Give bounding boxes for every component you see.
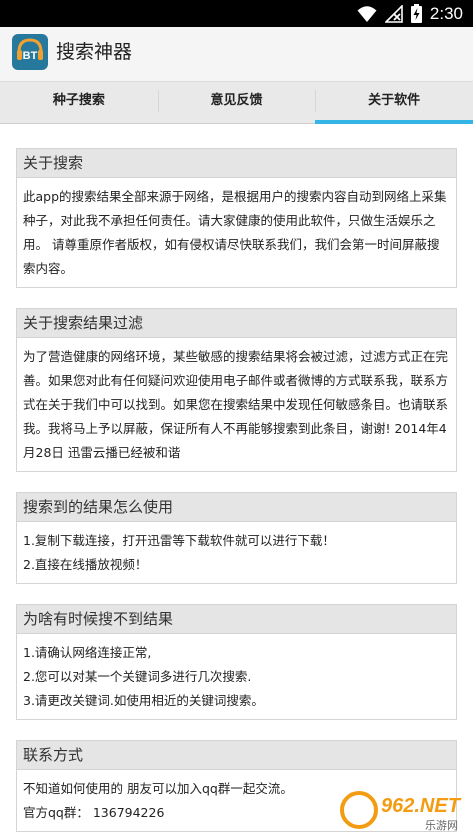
watermark-sub: 乐游网 [425,819,458,832]
status-time: 2:30 [429,4,463,23]
app-title: 搜索神器 [56,41,133,63]
section-body: 此app的搜索结果全部来源于网络，是根据用户的搜索内容自动到网络上采集种子，对此… [17,178,456,287]
section-result-filter: 关于搜索结果过滤 为了营造健康的网络环境，某些敏感的搜索结果将会被过滤，过滤方式… [16,308,457,472]
wifi-icon [357,5,377,22]
app-bar: BT 搜索神器 [0,27,473,82]
section-body: 为了营造健康的网络环境，某些敏感的搜索结果将会被过滤，过滤方式正在完善。如果您对… [17,338,456,471]
section-title: 关于搜索结果过滤 [17,309,456,338]
about-content: 关于搜索 此app的搜索结果全部来源于网络，是根据用户的搜索内容自动到网络上采集… [16,148,457,840]
tab-bar: 种子搜索 意见反馈 关于软件 [0,82,473,124]
no-signal-icon [384,4,403,23]
section-title: 搜索到的结果怎么使用 [17,493,456,522]
section-how-to-use: 搜索到的结果怎么使用 1.复制下载连接，打开迅雷等下载软件就可以进行下载！ 2.… [16,492,457,584]
tab-feedback[interactable]: 意见反馈 [157,82,316,123]
section-text: 此app的搜索结果全部来源于网络，是根据用户的搜索内容自动到网络上采集种子，对此… [23,189,447,276]
battery-charging-icon [410,4,422,23]
status-bar: 2:30 [0,0,473,27]
section-about-search: 关于搜索 此app的搜索结果全部来源于网络，是根据用户的搜索内容自动到网络上采集… [16,148,457,288]
logo-text: BT [23,50,38,62]
section-text: 为了营造健康的网络环境，某些敏感的搜索结果将会被过滤，过滤方式正在完善。如果您对… [23,349,449,460]
section-line: 1.复制下载连接，打开迅雷等下载软件就可以进行下载！ [23,533,335,548]
watermark-brand: 962.NET [381,795,462,817]
section-line: 2.直接在线播放视频！ [23,557,148,572]
section-line: 1.请确认网络连接正常, [23,645,152,660]
section-body: 1.复制下载连接，打开迅雷等下载软件就可以进行下载！ 2.直接在线播放视频！ [17,522,456,583]
section-title: 联系方式 [17,741,456,770]
section-title: 为啥有时候搜不到结果 [17,605,456,634]
section-no-results: 为啥有时候搜不到结果 1.请确认网络连接正常, 2.您可以对某一个关键词多进行几… [16,604,457,720]
section-line: 2.您可以对某一个关键词多进行几次搜索. [23,669,252,684]
tab-seed-search[interactable]: 种子搜索 [0,82,158,123]
tab-about[interactable]: 关于软件 [315,82,473,124]
section-line: 3.请更改关键词.如使用相近的关键词搜索。 [23,693,264,708]
watermark-logo: 962.NET 乐游网 [337,790,467,832]
app-logo-icon: BT [12,34,48,70]
section-body: 1.请确认网络连接正常, 2.您可以对某一个关键词多进行几次搜索. 3.请更改关… [17,634,456,719]
section-title: 关于搜索 [17,149,456,178]
